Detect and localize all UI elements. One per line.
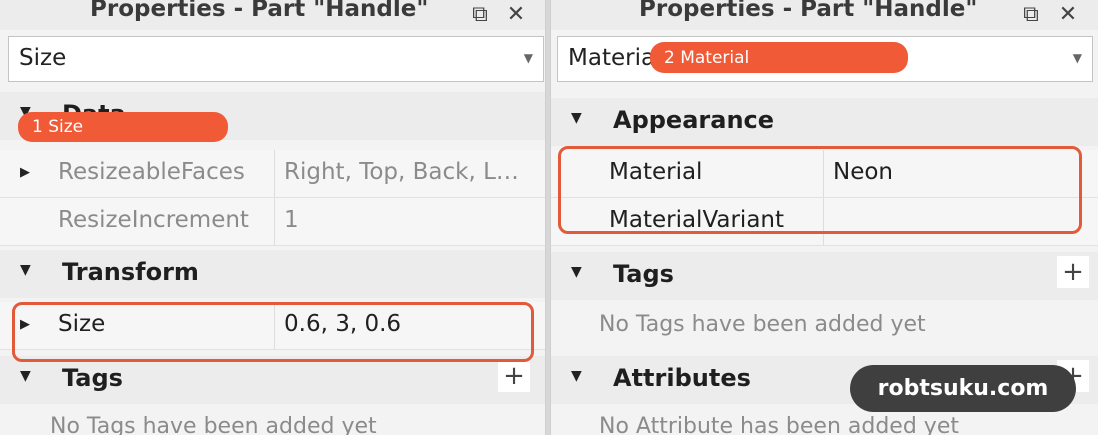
close-icon[interactable]: ✕ xyxy=(502,0,530,28)
property-filter-input[interactable]: Size ▼ xyxy=(8,36,544,82)
add-tag-icon[interactable]: + xyxy=(1057,256,1089,288)
properties-panel-left: Properties - Part "Handle" ⧉ ✕ Size ▼ ▼ … xyxy=(0,0,546,435)
panel-title-bar: Properties - Part "Handle" ⧉ ✕ xyxy=(0,0,545,30)
expand-icon[interactable]: ▶ xyxy=(20,165,30,180)
panel-title: Properties - Part "Handle" xyxy=(639,0,978,22)
highlight-size-row xyxy=(12,302,534,362)
property-value[interactable]: Right, Top, Back, L… xyxy=(284,159,519,185)
attributes-empty-message: No Attribute has been added yet xyxy=(599,414,959,435)
property-value[interactable]: 1 xyxy=(284,207,299,233)
dropdown-arrow-icon[interactable]: ▼ xyxy=(524,51,533,65)
property-list: ▼ Data ▶ ResizeableFaces Right, Top, Bac… xyxy=(0,92,545,435)
undock-icon[interactable]: ⧉ xyxy=(1017,0,1045,28)
highlight-material-rows xyxy=(558,146,1082,234)
filter-value: Material xyxy=(568,45,662,71)
collapse-icon[interactable]: ▼ xyxy=(20,262,31,278)
property-row-resizeable-faces[interactable]: ▶ ResizeableFaces Right, Top, Back, L… xyxy=(0,150,545,198)
section-name: Transform xyxy=(62,258,199,286)
property-row-resize-increment[interactable]: ResizeIncrement 1 xyxy=(0,198,545,246)
collapse-icon[interactable]: ▼ xyxy=(571,368,582,384)
add-tag-icon[interactable]: + xyxy=(498,360,530,392)
panel-title: Properties - Part "Handle" xyxy=(90,0,429,22)
annotation-badge-material: 2 Material xyxy=(650,42,908,73)
collapse-icon[interactable]: ▼ xyxy=(571,264,582,280)
property-name: ResizeIncrement xyxy=(58,207,249,233)
property-name: ResizeableFaces xyxy=(58,159,245,185)
section-tags[interactable]: ▼ Tags + xyxy=(0,356,545,404)
column-divider[interactable] xyxy=(274,150,275,197)
section-name: Appearance xyxy=(613,106,775,134)
column-divider[interactable] xyxy=(274,198,275,245)
section-transform[interactable]: ▼ Transform xyxy=(0,250,545,298)
dropdown-arrow-icon[interactable]: ▼ xyxy=(1073,51,1082,65)
section-appearance[interactable]: ▼ Appearance xyxy=(551,98,1098,146)
section-tags[interactable]: ▼ Tags + xyxy=(551,252,1098,300)
collapse-icon[interactable]: ▼ xyxy=(571,110,582,126)
annotation-badge-size: 1 Size xyxy=(18,112,228,142)
close-icon[interactable]: ✕ xyxy=(1054,0,1082,28)
section-name: Tags xyxy=(62,364,123,392)
filter-value: Size xyxy=(19,45,67,71)
panel-title-bar: Properties - Part "Handle" ⧉ ✕ xyxy=(551,0,1098,30)
collapse-icon[interactable]: ▼ xyxy=(20,368,31,384)
watermark-label: robtsuku.com xyxy=(850,365,1076,412)
tags-empty-message: No Tags have been added yet xyxy=(599,312,926,337)
section-name: Attributes xyxy=(613,364,751,392)
undock-icon[interactable]: ⧉ xyxy=(466,0,494,28)
section-name: Tags xyxy=(613,260,674,288)
tags-empty-message: No Tags have been added yet xyxy=(50,414,377,435)
